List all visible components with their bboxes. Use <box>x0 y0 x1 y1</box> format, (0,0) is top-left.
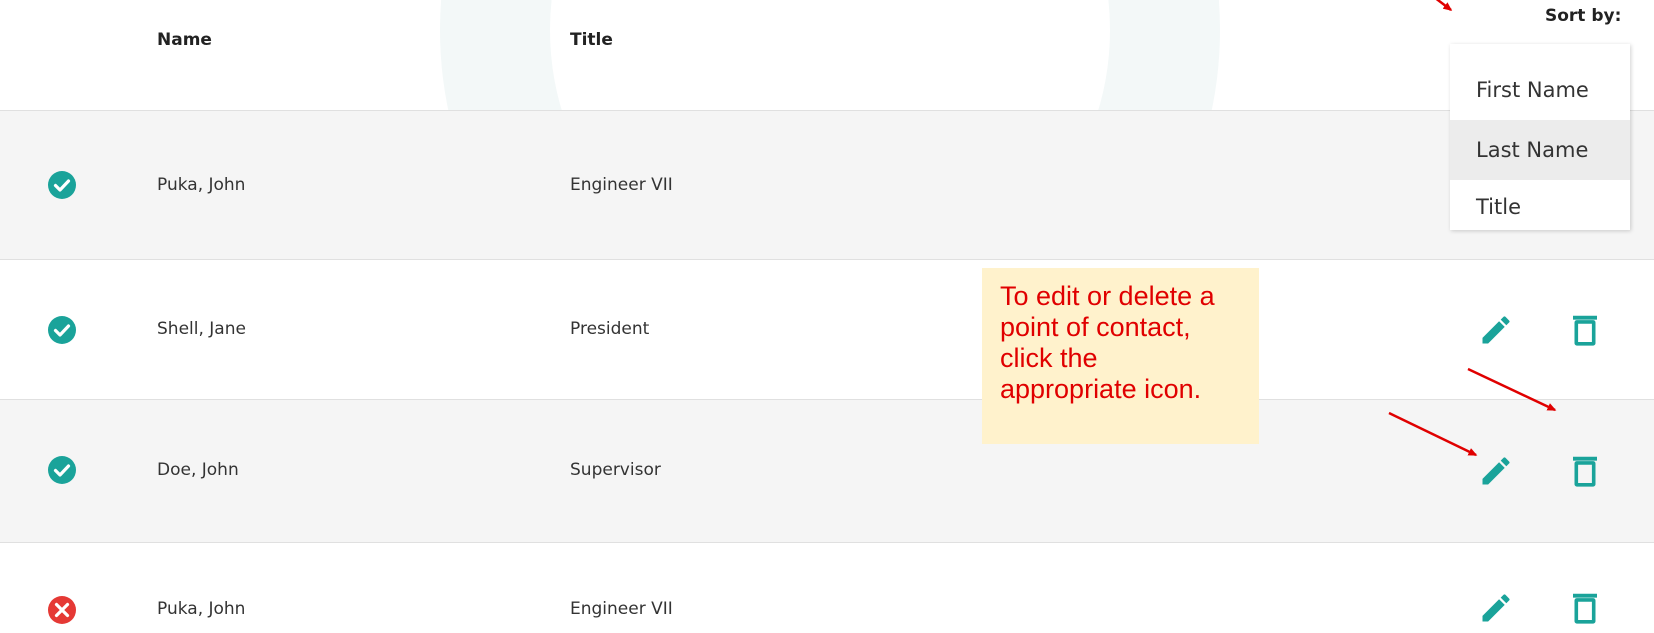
pencil-icon[interactable] <box>1478 453 1514 489</box>
trash-icon[interactable] <box>1567 312 1603 348</box>
table-row: Shell, Jane President <box>0 260 1654 400</box>
help-callout: To edit or delete a point of contact, cl… <box>982 268 1259 444</box>
sort-option-first-name[interactable]: First Name <box>1450 60 1630 120</box>
contact-title: Engineer VII <box>570 175 673 195</box>
contacts-page: Name Title Puka, John Engineer VII Shell… <box>0 0 1654 633</box>
contact-title: Engineer VII <box>570 599 673 619</box>
sort-by-label[interactable]: Sort by: <box>1545 6 1621 26</box>
check-circle-icon <box>48 456 76 484</box>
column-header-title[interactable]: Title <box>570 30 613 50</box>
trash-icon[interactable] <box>1567 453 1603 489</box>
contact-name: Puka, John <box>157 599 246 619</box>
pencil-icon[interactable] <box>1478 312 1514 348</box>
contact-name: Doe, John <box>157 460 239 480</box>
contact-title: President <box>570 319 650 339</box>
table-header: Name Title <box>0 0 1654 111</box>
contact-title: Supervisor <box>570 460 661 480</box>
table-row: Doe, John Supervisor <box>0 400 1654 543</box>
trash-icon[interactable] <box>1567 590 1603 626</box>
table-row: Puka, John Engineer VII <box>0 111 1654 260</box>
contact-name: Puka, John <box>157 175 246 195</box>
table-row: Puka, John Engineer VII <box>0 543 1654 633</box>
column-header-name[interactable]: Name <box>157 30 212 50</box>
sort-option-last-name[interactable]: Last Name <box>1450 120 1630 180</box>
pencil-icon[interactable] <box>1478 590 1514 626</box>
check-circle-icon <box>48 316 76 344</box>
x-circle-icon <box>48 596 76 624</box>
sort-dropdown-menu: First Name Last Name Title <box>1450 44 1630 230</box>
sort-option-title[interactable]: Title <box>1450 180 1630 230</box>
check-circle-icon <box>48 171 76 199</box>
contact-name: Shell, Jane <box>157 319 246 339</box>
